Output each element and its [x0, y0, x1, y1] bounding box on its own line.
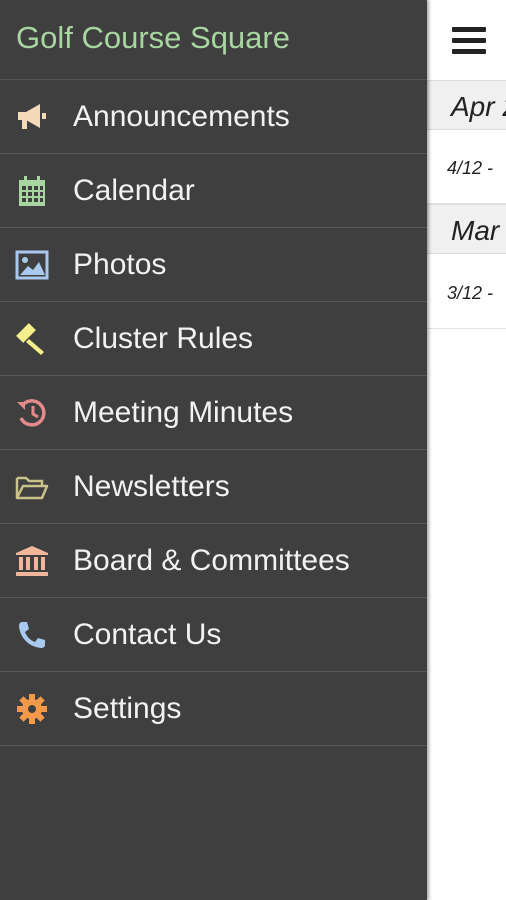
phone-icon: [14, 618, 50, 652]
hamburger-icon[interactable]: [452, 27, 486, 55]
navigation-drawer: Golf Course Square Announcements Calenda…: [0, 0, 427, 900]
app-title: Golf Course Square: [16, 20, 290, 55]
section-header-march: Mar: [427, 204, 506, 254]
image-icon: [14, 248, 50, 282]
section-header-label: Mar: [451, 215, 500, 246]
menu-item-newsletters[interactable]: Newsletters: [0, 450, 427, 524]
menu-item-label: Photos: [73, 248, 167, 281]
institution-icon: [14, 544, 50, 578]
menu-item-label: Newsletters: [73, 470, 230, 503]
menu-item-label: Cluster Rules: [73, 322, 254, 355]
menu-item-calendar[interactable]: Calendar: [0, 154, 427, 228]
history-icon: [14, 396, 50, 430]
menu-item-label: Contact Us: [73, 618, 222, 651]
menu-item-label: Settings: [73, 692, 182, 725]
menu-item-contact-us[interactable]: Contact Us: [0, 598, 427, 672]
megaphone-icon: [14, 100, 50, 134]
folder-open-icon: [14, 470, 50, 504]
list-item-date: 3/12 -: [447, 283, 494, 303]
menu-item-cluster-rules[interactable]: Cluster Rules: [0, 302, 427, 376]
menu-item-meeting-minutes[interactable]: Meeting Minutes: [0, 376, 427, 450]
list-item[interactable]: 3/12 -: [427, 255, 506, 329]
menu-item-label: Announcements: [73, 100, 290, 133]
menu-item-label: Calendar: [73, 174, 195, 207]
menu-item-photos[interactable]: Photos: [0, 228, 427, 302]
menu-item-board-committees[interactable]: Board & Committees: [0, 524, 427, 598]
calendar-icon: [14, 174, 50, 208]
section-header-label: Apr 2: [451, 91, 506, 122]
menu-item-settings[interactable]: Settings: [0, 672, 427, 746]
gavel-icon: [14, 322, 50, 356]
menu-item-announcements[interactable]: Announcements: [0, 80, 427, 154]
drawer-menu: Announcements Calendar Photos Cluster Ru…: [0, 80, 427, 746]
drawer-header: Golf Course Square: [0, 0, 427, 80]
list-item[interactable]: 4/12 -: [427, 130, 506, 204]
gear-icon: [14, 692, 50, 726]
section-header-april: Apr 2: [427, 80, 506, 130]
menu-item-label: Meeting Minutes: [73, 396, 294, 429]
menu-item-label: Board & Committees: [73, 544, 350, 577]
list-item-date: 4/12 -: [447, 158, 494, 178]
